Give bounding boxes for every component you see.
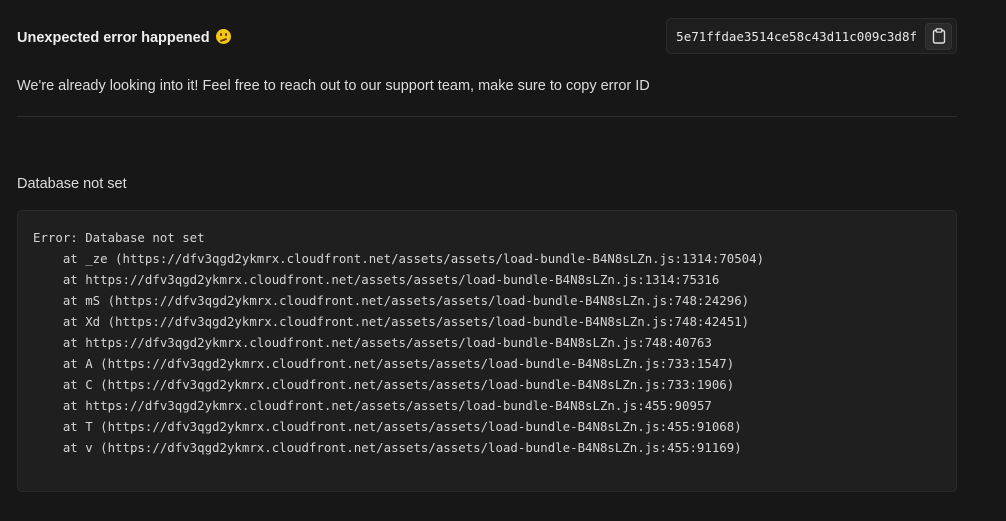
stack-trace-box: Error: Database not set at _ze (https://…: [17, 210, 957, 492]
stack-trace-line: at https://dfv3qgd2ykmrx.cloudfront.net/…: [33, 272, 720, 287]
error-page: Unexpected error happened 5e71ffdae3514c…: [0, 0, 1006, 521]
stack-trace-line: at A (https://dfv3qgd2ykmrx.cloudfront.n…: [33, 356, 735, 371]
stack-trace-line: at https://dfv3qgd2ykmrx.cloudfront.net/…: [33, 335, 712, 350]
confused-face-icon: [215, 29, 231, 44]
stack-trace-line: at https://dfv3qgd2ykmrx.cloudfront.net/…: [33, 398, 712, 413]
copy-error-id-button[interactable]: [925, 22, 952, 50]
page-title: Unexpected error happened: [17, 29, 231, 46]
support-message: We're already looking into it! Feel free…: [17, 78, 650, 94]
stack-trace-line: Error: Database not set: [33, 230, 205, 245]
page-title-text: Unexpected error happened: [17, 30, 210, 46]
stack-trace-line: at Xd (https://dfv3qgd2ykmrx.cloudfront.…: [33, 314, 750, 329]
stack-trace-line: at _ze (https://dfv3qgd2ykmrx.cloudfront…: [33, 251, 765, 266]
stack-trace-line: at T (https://dfv3qgd2ykmrx.cloudfront.n…: [33, 419, 742, 434]
stack-trace-line: at mS (https://dfv3qgd2ykmrx.cloudfront.…: [33, 293, 750, 308]
error-id-box: 5e71ffdae3514ce58c43d11c009c3d8f: [666, 18, 957, 54]
stack-trace-line: at v (https://dfv3qgd2ykmrx.cloudfront.n…: [33, 440, 742, 455]
error-header: Unexpected error happened 5e71ffdae3514c…: [17, 18, 957, 56]
divider: [17, 116, 957, 117]
stack-trace-line: at C (https://dfv3qgd2ykmrx.cloudfront.n…: [33, 377, 735, 392]
clipboard-icon: [932, 28, 945, 44]
error-id-text[interactable]: 5e71ffdae3514ce58c43d11c009c3d8f: [676, 29, 917, 44]
error-name: Database not set: [17, 176, 127, 192]
